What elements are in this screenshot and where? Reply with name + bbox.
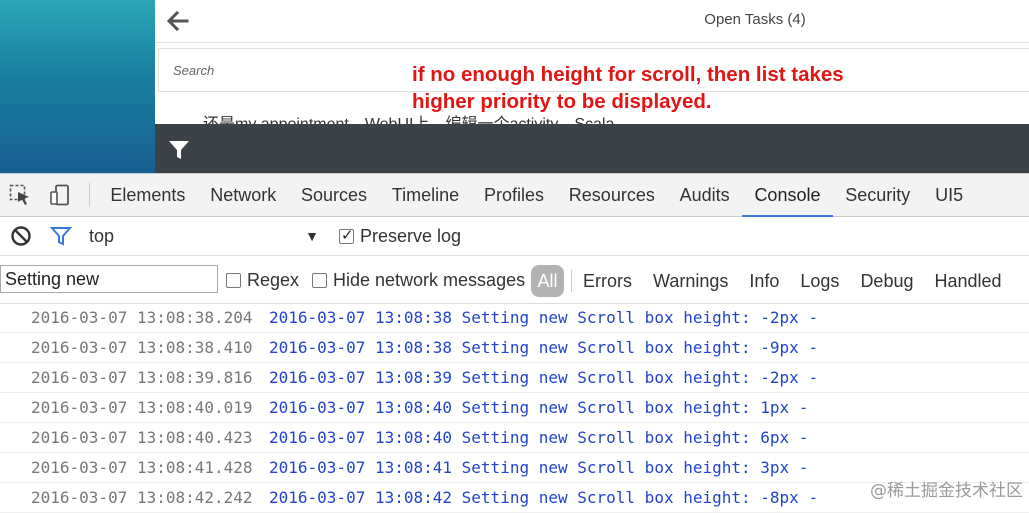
tab-timeline[interactable]: Timeline: [379, 174, 471, 216]
regex-label: Regex: [247, 270, 300, 290]
tab-security[interactable]: Security: [833, 174, 923, 216]
level-all-button[interactable]: All: [531, 265, 564, 297]
log-message[interactable]: 2016-03-07 13:08:41 Setting new Scroll b…: [269, 453, 808, 482]
log-timestamp: 2016-03-07 13:08:38.204: [31, 308, 253, 327]
preserve-log-label: Preserve log: [360, 225, 462, 246]
level-logs-button[interactable]: Logs: [800, 256, 839, 303]
console-filter-bar: Regex Hide network messages All Errors Wa…: [0, 256, 1029, 304]
log-message[interactable]: 2016-03-07 13:08:42 Setting new Scroll b…: [269, 483, 818, 512]
console-filter-toggle[interactable]: [49, 225, 73, 247]
hide-network-label: Hide network messages: [333, 270, 526, 290]
back-arrow-icon: [166, 10, 189, 32]
checkbox-icon: [312, 273, 327, 288]
devtools-tabs: Elements Network Sources Timeline Profiles Re…: [98, 174, 976, 217]
tab-ui5[interactable]: UI5: [923, 174, 976, 216]
toolbar-divider: [89, 183, 90, 207]
log-timestamp: 2016-03-07 13:08:40.019: [31, 398, 253, 417]
tab-audits[interactable]: Audits: [667, 174, 742, 216]
app-window: Open Tasks (4) 还是my appointment，WebUI上，编…: [0, 0, 1029, 173]
log-timestamp: 2016-03-07 13:08:39.816: [31, 368, 253, 387]
filter-input[interactable]: [0, 265, 218, 293]
inspect-element-button[interactable]: [9, 184, 31, 206]
app-sidebar: [0, 0, 155, 173]
inspect-element-icon: [9, 184, 29, 205]
app-footer-bar: [155, 124, 1029, 173]
console-log-row: 2016-03-07 13:08:40.423 2016-03-07 13:08:…: [0, 423, 1029, 453]
checkbox-icon: [339, 226, 354, 244]
level-errors-button[interactable]: Errors: [583, 256, 632, 303]
clear-console-button[interactable]: [10, 225, 32, 247]
log-timestamp: 2016-03-07 13:08:42.242: [31, 488, 253, 507]
preserve-log-checkbox[interactable]: Preserve log: [339, 226, 461, 246]
regex-checkbox[interactable]: Regex: [226, 270, 299, 291]
tab-console[interactable]: Console: [742, 174, 833, 217]
tab-elements[interactable]: Elements: [98, 174, 198, 216]
level-warnings-button[interactable]: Warnings: [653, 256, 728, 303]
log-timestamp: 2016-03-07 13:08:38.410: [31, 338, 253, 357]
level-divider: [571, 270, 572, 292]
dropdown-arrow-icon: ▼: [305, 228, 319, 244]
log-timestamp: 2016-03-07 13:08:40.423: [31, 428, 253, 447]
device-mode-button[interactable]: [49, 184, 71, 206]
log-message[interactable]: 2016-03-07 13:08:38 Setting new Scroll b…: [269, 333, 818, 362]
console-toolbar: top ▼ Preserve log: [0, 217, 1029, 256]
level-debug-button[interactable]: Debug: [860, 256, 913, 303]
console-log-row: 2016-03-07 13:08:39.816 2016-03-07 13:08:…: [0, 363, 1029, 393]
hide-network-checkbox[interactable]: Hide network messages: [312, 270, 525, 291]
log-message[interactable]: 2016-03-07 13:08:39 Setting new Scroll b…: [269, 363, 818, 392]
device-mode-icon: [50, 184, 69, 206]
back-button[interactable]: [163, 6, 193, 36]
level-info-button[interactable]: Info: [749, 256, 779, 303]
console-log-row: 2016-03-07 13:08:38.410 2016-03-07 13:08:…: [0, 333, 1029, 363]
tab-resources[interactable]: Resources: [556, 174, 667, 216]
console-log-row: 2016-03-07 13:08:40.019 2016-03-07 13:08:…: [0, 393, 1029, 423]
page-title: Open Tasks (4): [704, 11, 806, 28]
log-message[interactable]: 2016-03-07 13:08:40 Setting new Scroll b…: [269, 423, 808, 452]
context-selector[interactable]: top ▼: [89, 217, 319, 255]
tab-profiles[interactable]: Profiles: [472, 174, 557, 216]
filter-button[interactable]: [167, 138, 191, 162]
log-message[interactable]: 2016-03-07 13:08:40 Setting new Scroll b…: [269, 393, 808, 422]
tab-network[interactable]: Network: [198, 174, 289, 216]
log-message[interactable]: 2016-03-07 13:08:38 Setting new Scroll b…: [269, 303, 818, 332]
devtools-panel: Elements Network Sources Timeline Profiles Re…: [0, 173, 1029, 513]
clear-console-icon: [11, 226, 31, 246]
devtools-tabbar: Elements Network Sources Timeline Profiles Re…: [0, 174, 1029, 217]
log-level-filters: Errors Warnings Info Logs Debug Handled: [583, 256, 1023, 303]
level-handled-button[interactable]: Handled: [934, 256, 1001, 303]
checkbox-icon: [226, 273, 241, 288]
app-header: Open Tasks (4): [155, 0, 1029, 43]
console-filter-icon: [49, 227, 73, 246]
annotation-text: if no enough height for scroll, then lis…: [412, 63, 844, 113]
filter-funnel-icon: [169, 141, 189, 159]
console-log-row: 2016-03-07 13:08:38.204 2016-03-07 13:08:…: [0, 303, 1029, 333]
log-timestamp: 2016-03-07 13:08:41.428: [31, 458, 253, 477]
context-value: top: [89, 226, 115, 246]
search-input[interactable]: [159, 49, 427, 91]
tab-sources[interactable]: Sources: [289, 174, 380, 216]
watermark: @稀土掘金技术社区: [870, 481, 1023, 501]
